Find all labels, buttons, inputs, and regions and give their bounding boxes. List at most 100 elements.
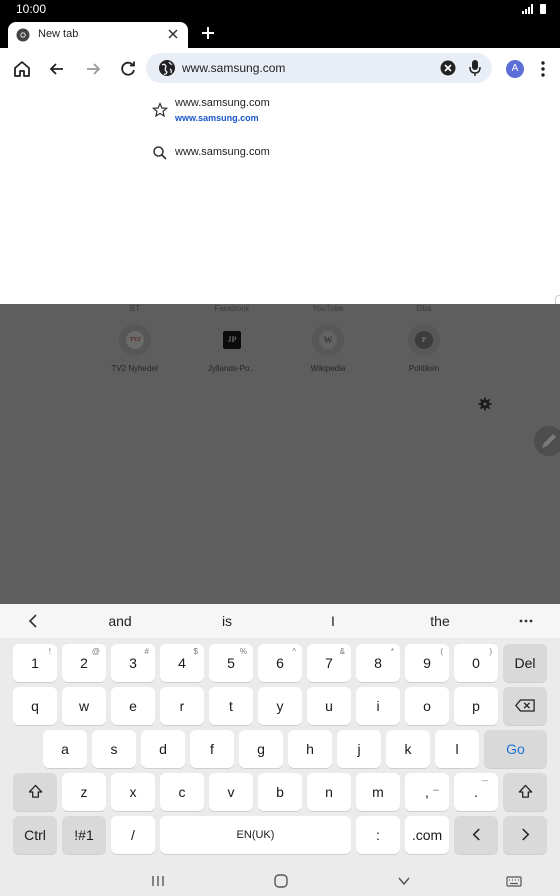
key-5[interactable]: 5% bbox=[209, 644, 253, 682]
tab-title: New tab bbox=[38, 28, 79, 40]
key-l[interactable]: l bbox=[435, 730, 479, 768]
back-arrow-icon[interactable] bbox=[47, 59, 67, 79]
signal-icon bbox=[522, 4, 533, 14]
key-r[interactable]: r bbox=[160, 687, 204, 725]
key-i[interactable]: i bbox=[356, 687, 400, 725]
key-colon[interactable]: : bbox=[356, 816, 400, 854]
address-bar-text: www.samsung.com bbox=[182, 61, 286, 75]
more-dots-icon[interactable] bbox=[519, 619, 533, 623]
shortcut-tile-jp[interactable]: JP Jyllands-Po... bbox=[192, 324, 272, 376]
shortcut-label: TV2 Nyheder bbox=[111, 364, 159, 373]
key-s[interactable]: s bbox=[92, 730, 136, 768]
prediction-word[interactable]: and bbox=[80, 613, 160, 629]
clear-input-icon[interactable] bbox=[440, 60, 456, 76]
reload-icon[interactable] bbox=[118, 59, 138, 79]
shift-icon bbox=[518, 784, 532, 798]
key-c[interactable]: c bbox=[160, 773, 204, 811]
more-options-icon[interactable] bbox=[540, 60, 546, 78]
key-d[interactable]: d bbox=[141, 730, 185, 768]
chevron-left-icon bbox=[472, 828, 480, 841]
search-icon bbox=[153, 146, 167, 160]
suggestion-item-bookmark[interactable]: www.samsung.com www.samsung.com bbox=[140, 94, 480, 130]
key-2[interactable]: 2 @ bbox=[62, 644, 106, 682]
key-q[interactable]: q bbox=[13, 687, 57, 725]
key-1[interactable]: 1! bbox=[13, 644, 57, 682]
shortcut-tile-politiken[interactable]: P Politiken bbox=[384, 324, 464, 376]
key-8[interactable]: 8 * bbox=[356, 644, 400, 682]
key-h[interactable]: h bbox=[288, 730, 332, 768]
key-del[interactable]: Del bbox=[503, 644, 547, 682]
suggestion-url: www.samsung.com bbox=[175, 113, 259, 123]
key-v[interactable]: v bbox=[209, 773, 253, 811]
address-bar[interactable]: www.samsung.com bbox=[146, 53, 492, 83]
shortcut-tile-wikipedia[interactable]: W Wikipedia bbox=[288, 324, 368, 376]
back-nav-chevron-icon[interactable] bbox=[396, 873, 412, 889]
shortcut-label: YouTube bbox=[312, 304, 344, 313]
tv2-logo-icon: TV2 bbox=[119, 324, 151, 356]
key-m[interactable]: m bbox=[356, 773, 400, 811]
key-g[interactable]: g bbox=[239, 730, 283, 768]
key-u[interactable]: u bbox=[307, 687, 351, 725]
key-period[interactable]: . ¯ bbox=[454, 773, 498, 811]
prediction-word[interactable]: is bbox=[187, 613, 267, 629]
key-y[interactable]: y bbox=[258, 687, 302, 725]
backspace-icon bbox=[515, 699, 535, 712]
forward-arrow-icon[interactable] bbox=[83, 59, 103, 79]
new-tab-plus-icon[interactable] bbox=[200, 25, 216, 41]
key-a[interactable]: a bbox=[43, 730, 87, 768]
gear-icon[interactable] bbox=[478, 397, 492, 411]
shortcut-label: Wikipedia bbox=[310, 364, 346, 373]
key-f[interactable]: f bbox=[190, 730, 234, 768]
recent-apps-icon[interactable] bbox=[150, 873, 166, 889]
chevron-left-icon[interactable] bbox=[27, 613, 39, 629]
key-7[interactable]: 7 & bbox=[307, 644, 351, 682]
profile-avatar[interactable]: A bbox=[506, 60, 524, 78]
new-tab-page-dimmed: BT Facebook YouTube Dba TV2 TV2 Nyheder … bbox=[0, 304, 560, 604]
key-e[interactable]: e bbox=[111, 687, 155, 725]
tab-new-tab[interactable]: New tab bbox=[8, 22, 188, 48]
key-ctrl[interactable]: Ctrl bbox=[13, 816, 57, 854]
key-j[interactable]: j bbox=[337, 730, 381, 768]
shortcut-label: Jyllands-Po... bbox=[207, 364, 257, 373]
key-symbols[interactable]: !#1 bbox=[62, 816, 106, 854]
chevron-right-icon bbox=[521, 828, 529, 841]
key-4[interactable]: 4 $ bbox=[160, 644, 204, 682]
key-shift-right[interactable] bbox=[503, 773, 547, 811]
key-comma[interactable]: , – bbox=[405, 773, 449, 811]
key-cursor-right[interactable] bbox=[503, 816, 547, 854]
key-b[interactable]: b bbox=[258, 773, 302, 811]
key-go[interactable]: Go bbox=[484, 730, 547, 768]
key-space[interactable]: EN(UK) bbox=[160, 816, 351, 854]
key-w[interactable]: w bbox=[62, 687, 106, 725]
shortcut-label: BT bbox=[129, 304, 141, 313]
home-icon[interactable] bbox=[12, 59, 32, 79]
key-slash[interactable]: / bbox=[111, 816, 155, 854]
key-6[interactable]: 6 ^ bbox=[258, 644, 302, 682]
shortcut-tile-tv2[interactable]: TV2 TV2 Nyheder bbox=[95, 324, 175, 376]
battery-icon bbox=[540, 4, 546, 14]
key-dotcom[interactable]: .com bbox=[405, 816, 449, 854]
key-z[interactable]: z bbox=[62, 773, 106, 811]
edit-pen-button[interactable] bbox=[534, 426, 560, 456]
shortcut-label: Politiken bbox=[408, 364, 440, 373]
key-0[interactable]: 0) bbox=[454, 644, 498, 682]
key-o[interactable]: o bbox=[405, 687, 449, 725]
key-k[interactable]: k bbox=[386, 730, 430, 768]
key-3[interactable]: 3 # bbox=[111, 644, 155, 682]
suggestion-item-search[interactable]: www.samsung.com bbox=[140, 138, 480, 168]
system-nav-bar bbox=[0, 866, 560, 896]
key-cursor-left[interactable] bbox=[454, 816, 498, 854]
key-shift-left[interactable] bbox=[13, 773, 57, 811]
key-p[interactable]: p bbox=[454, 687, 498, 725]
key-backspace[interactable] bbox=[503, 687, 547, 725]
key-x[interactable]: x bbox=[111, 773, 155, 811]
key-t[interactable]: t bbox=[209, 687, 253, 725]
close-tab-icon[interactable] bbox=[166, 27, 180, 41]
home-nav-icon[interactable] bbox=[273, 873, 289, 889]
key-9[interactable]: 9( bbox=[405, 644, 449, 682]
microphone-icon[interactable] bbox=[468, 59, 482, 77]
key-n[interactable]: n bbox=[307, 773, 351, 811]
keyboard-switch-icon[interactable] bbox=[506, 873, 522, 889]
prediction-word[interactable]: the bbox=[400, 613, 480, 629]
prediction-word[interactable]: I bbox=[293, 613, 373, 629]
